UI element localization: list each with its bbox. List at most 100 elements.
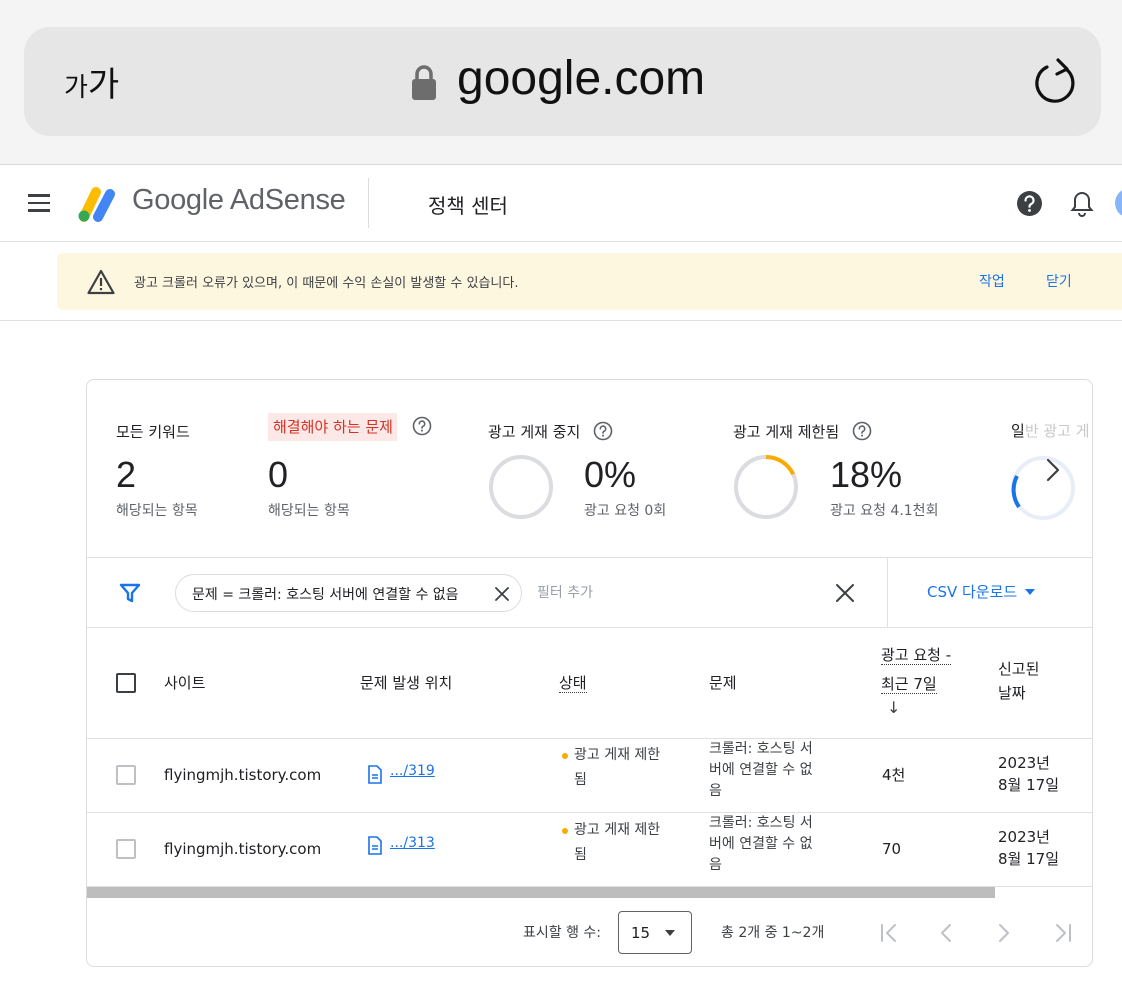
ad-serving-limited-label[interactable]: 광고 게재 제한됨: [733, 421, 839, 442]
site-cell: flyingmjh.tistory.com: [164, 840, 322, 858]
column-site[interactable]: 사이트: [164, 672, 205, 694]
last-page-icon[interactable]: [1047, 918, 1077, 948]
policy-issues-card: 모든 키워드 2 해당되는 항목 해결해야 하는 문제 0 해당되는 항목 광고…: [86, 379, 1093, 967]
issue-cell: 크롤러: 호스팅 서 버에 연결할 수 없 음: [709, 739, 813, 802]
banner-row: 광고 크롤러 오류가 있으며, 이 때문에 수익 손실이 발생할 수 있습니다.…: [0, 243, 1122, 321]
document-icon: [368, 836, 382, 855]
page-title: 정책 센터: [428, 194, 508, 218]
requests-cell: 4천: [882, 766, 906, 784]
address-bar[interactable]: 가가 google.com: [24, 27, 1101, 136]
next-page-icon[interactable]: [989, 918, 1019, 948]
site-cell: flyingmjh.tistory.com: [164, 766, 322, 784]
issue-line3: 음: [709, 857, 722, 873]
location-link[interactable]: .../313: [390, 832, 435, 854]
general-ads-label-visible: 일: [1011, 422, 1025, 440]
issue-line2: 버에 연결할 수 없: [709, 836, 813, 852]
filter-icon[interactable]: [119, 582, 141, 604]
general-ads-label[interactable]: 일반 광고 게: [1011, 420, 1090, 441]
table-row[interactable]: flyingmjh.tistory.com .../319 광고 게재 제한 됨…: [87, 739, 1092, 813]
status-cell: 광고 게재 제한 됨: [574, 744, 660, 791]
ad-serving-disabled-percent: 0%: [584, 454, 637, 495]
column-reported-date[interactable]: 신고된 날짜: [998, 658, 1039, 704]
all-keywords-sub: 해당되는 항목: [116, 503, 198, 519]
filter-chip-label: 문제 = 크롤러: 호스팅 서버에 연결할 수 없음: [192, 587, 459, 603]
reload-icon[interactable]: [1032, 55, 1080, 107]
page-range-text: 총 2개 중 1~2개: [721, 925, 825, 941]
date-line1: 2023년: [998, 828, 1050, 846]
banner-action-button[interactable]: 작업: [979, 271, 1005, 291]
date-line1: 2023년: [998, 754, 1050, 772]
issue-line1: 크롤러: 호스팅 서: [709, 741, 813, 757]
issues-to-fix-sub: 해당되는 항목: [268, 503, 350, 519]
date-line2: 8월 17일: [998, 776, 1059, 794]
rows-per-page-label: 표시할 행 수:: [523, 925, 602, 941]
column-requests[interactable]: 광고 요청 - 최근 7일: [881, 644, 952, 695]
text-size-button[interactable]: 가가: [64, 57, 119, 106]
row-checkbox[interactable]: [116, 765, 136, 785]
select-all-checkbox[interactable]: [116, 673, 136, 693]
status-warning-dot: [562, 753, 568, 759]
issue-line2: 버에 연결할 수 없: [709, 762, 813, 778]
previous-page-icon[interactable]: [931, 918, 961, 948]
help-circle-icon[interactable]: [593, 421, 613, 441]
banner-close-button[interactable]: 닫기: [1046, 271, 1072, 291]
text-size-small-label: 가: [64, 73, 88, 103]
help-circle-icon[interactable]: [412, 416, 432, 436]
column-requests-line2: 최근 7일: [881, 675, 937, 694]
column-status-label: 상태: [559, 674, 587, 693]
reported-date-cell: 2023년 8월 17일: [998, 826, 1059, 870]
horizontal-scrollbar[interactable]: [87, 887, 995, 898]
status-warning-dot: [562, 828, 568, 834]
table-row[interactable]: flyingmjh.tistory.com .../313 광고 게재 제한 됨…: [87, 813, 1092, 887]
column-status[interactable]: 상태: [559, 672, 587, 694]
lock-icon: [412, 65, 436, 100]
column-reported-line1: 신고된: [998, 660, 1040, 678]
status-line1: 광고 게재 제한: [574, 822, 661, 838]
hamburger-menu-icon[interactable]: [28, 194, 50, 212]
column-location[interactable]: 문제 발생 위치: [360, 672, 452, 694]
remove-filter-icon[interactable]: [494, 586, 510, 602]
filter-divider: [887, 558, 888, 628]
all-keywords-value: 2: [116, 454, 137, 495]
column-issue[interactable]: 문제: [709, 672, 737, 694]
filter-bar: 문제 = 크롤러: 호스팅 서버에 연결할 수 없음 필터 추가 CSV 다운로…: [87, 558, 1092, 628]
filter-chip[interactable]: 문제 = 크롤러: 호스팅 서버에 연결할 수 없음: [175, 574, 522, 612]
csv-download-button[interactable]: CSV 다운로드: [927, 581, 1036, 602]
location-link[interactable]: .../319: [390, 760, 435, 782]
issues-to-fix-label[interactable]: 해결해야 하는 문제: [268, 413, 397, 441]
warning-icon: [87, 269, 115, 295]
status-line2: 됨: [574, 772, 587, 788]
help-icon[interactable]: [1016, 190, 1043, 217]
issues-to-fix-value: 0: [268, 454, 289, 495]
caret-down-icon: [1025, 589, 1036, 595]
ad-serving-disabled-sub: 광고 요청 0회: [584, 503, 667, 519]
all-keywords-label[interactable]: 모든 키워드: [116, 421, 190, 442]
url-text[interactable]: google.com: [457, 51, 705, 106]
scroll-right-chevron-icon[interactable]: [1043, 455, 1063, 485]
warning-banner: 광고 크롤러 오류가 있으며, 이 때문에 수익 손실이 발생할 수 있습니다.…: [57, 253, 1122, 310]
first-page-icon[interactable]: [875, 918, 905, 948]
notification-bell-icon[interactable]: [1069, 190, 1095, 218]
browser-toolbar: 가가 google.com: [0, 0, 1122, 165]
add-filter-input[interactable]: 필터 추가: [537, 582, 593, 602]
logo-text[interactable]: Google AdSense: [132, 184, 346, 217]
issue-line1: 크롤러: 호스팅 서: [709, 815, 813, 831]
ad-serving-limited-percent: 18%: [830, 454, 903, 495]
help-circle-icon[interactable]: [852, 421, 872, 441]
ad-serving-disabled-label[interactable]: 광고 게재 중지: [488, 421, 580, 442]
sort-descending-icon[interactable]: ↓: [887, 698, 900, 717]
issue-cell: 크롤러: 호스팅 서 버에 연결할 수 없 음: [709, 813, 813, 876]
clear-filters-icon[interactable]: [835, 583, 855, 603]
rows-per-page-select[interactable]: 15: [618, 911, 692, 954]
avatar[interactable]: [1115, 188, 1122, 218]
row-checkbox[interactable]: [116, 839, 136, 859]
requests-cell: 70: [882, 840, 902, 858]
table-header: 사이트 문제 발생 위치 상태 문제 광고 요청 - 최근 7일 ↓ 신고된 날…: [87, 628, 1092, 739]
status-cell: 광고 게재 제한 됨: [574, 819, 660, 866]
reported-date-cell: 2023년 8월 17일: [998, 752, 1059, 796]
banner-message: 광고 크롤러 오류가 있으며, 이 때문에 수익 손실이 발생할 수 있습니다.: [134, 276, 519, 291]
caret-down-icon: [665, 930, 675, 936]
adsense-logo-icon[interactable]: [76, 184, 120, 222]
summary-scorecards: 모든 키워드 2 해당되는 항목 해결해야 하는 문제 0 해당되는 항목 광고…: [87, 380, 1092, 558]
issue-line3: 음: [709, 783, 722, 799]
